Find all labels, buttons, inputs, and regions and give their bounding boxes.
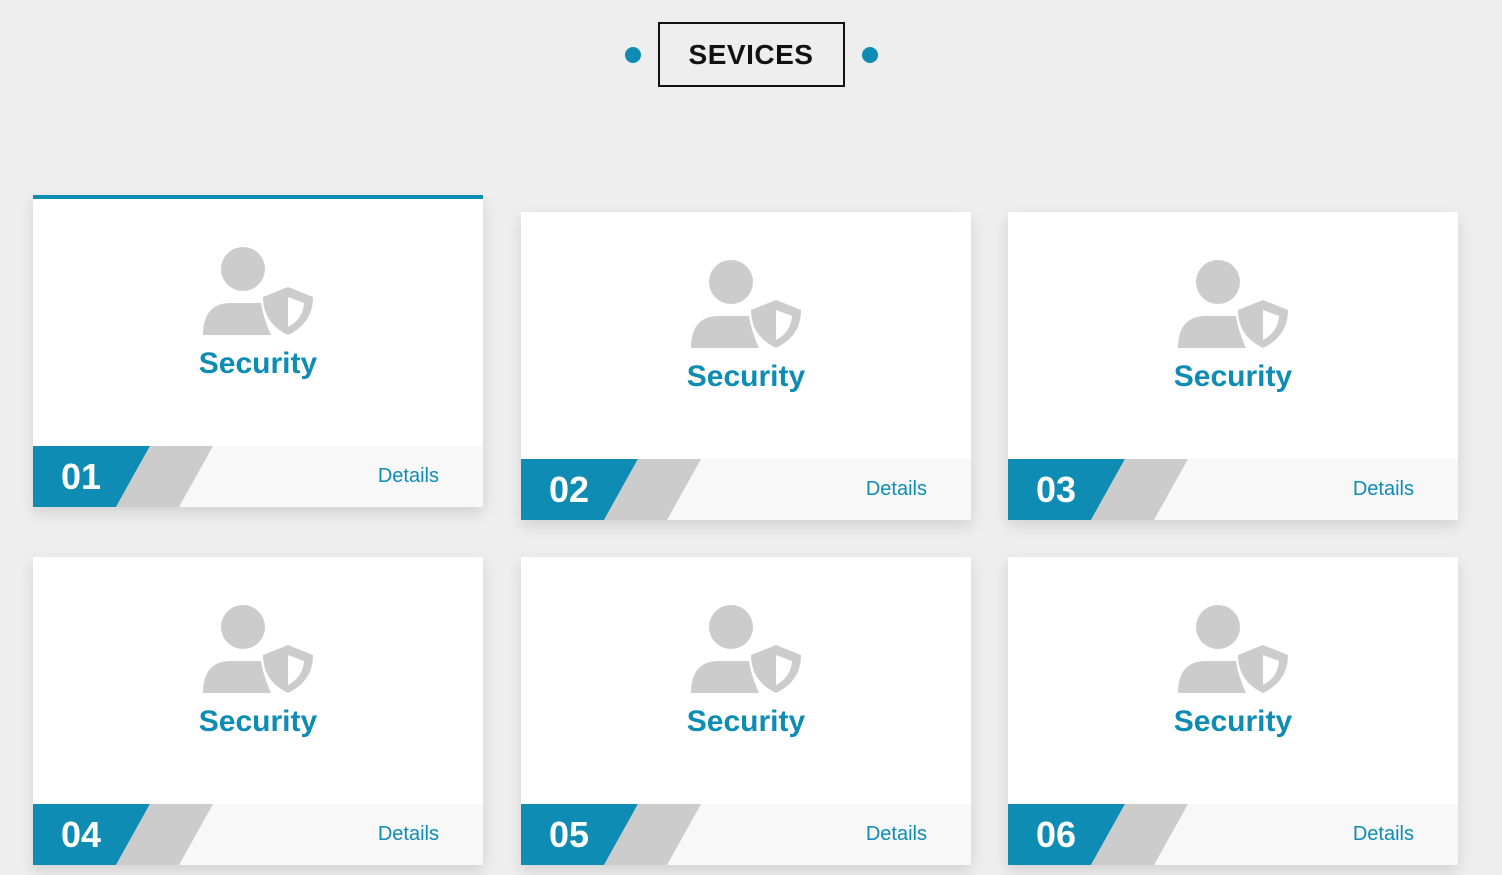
details-link[interactable]: Details [378,804,439,865]
left-dot-decoration [624,46,641,63]
details-link[interactable]: Details [378,446,439,507]
service-card-5[interactable]: Security 05 Details [521,557,971,865]
card-footer: 06 Details [1008,804,1458,865]
card-number: 01 [61,456,102,497]
card-title: Security [1173,360,1293,393]
details-link[interactable]: Details [1353,804,1414,865]
card-title: Security [1173,705,1293,738]
card-number: 06 [1036,814,1077,855]
card-title: Security [686,705,806,738]
user-shield-icon [1178,260,1290,352]
card-body: Security [521,557,971,804]
card-footer: 04 Details [33,804,483,865]
user-shield-icon [691,260,803,352]
details-link[interactable]: Details [866,804,927,865]
right-dot-decoration [861,46,878,63]
card-body: Security [521,212,971,459]
user-shield-icon [203,247,315,339]
section-title: SEVICES [657,22,845,87]
user-shield-icon [1178,605,1290,697]
card-body: Security [33,199,483,446]
card-number: 03 [1036,469,1077,510]
card-title: Security [198,705,318,738]
service-card-6[interactable]: Security 06 Details [1008,557,1458,865]
card-footer: 02 Details [521,459,971,520]
service-card-4[interactable]: Security 04 Details [33,557,483,865]
details-link[interactable]: Details [866,459,927,520]
card-footer: 03 Details [1008,459,1458,520]
card-title: Security [198,347,318,380]
card-footer: 05 Details [521,804,971,865]
section-header: SEVICES [0,22,1502,87]
card-footer: 01 Details [33,446,483,507]
card-title: Security [686,360,806,393]
details-link[interactable]: Details [1353,459,1414,520]
card-number: 02 [549,469,590,510]
card-body: Security [1008,557,1458,804]
card-number: 04 [61,814,102,855]
card-body: Security [33,557,483,804]
card-body: Security [1008,212,1458,459]
services-page: SEVICES Security 01 Details Security 02 … [0,0,1502,875]
service-card-2[interactable]: Security 02 Details [521,212,971,520]
user-shield-icon [691,605,803,697]
service-card-1[interactable]: Security 01 Details [33,195,483,507]
service-card-3[interactable]: Security 03 Details [1008,212,1458,520]
card-number: 05 [549,814,590,855]
user-shield-icon [203,605,315,697]
